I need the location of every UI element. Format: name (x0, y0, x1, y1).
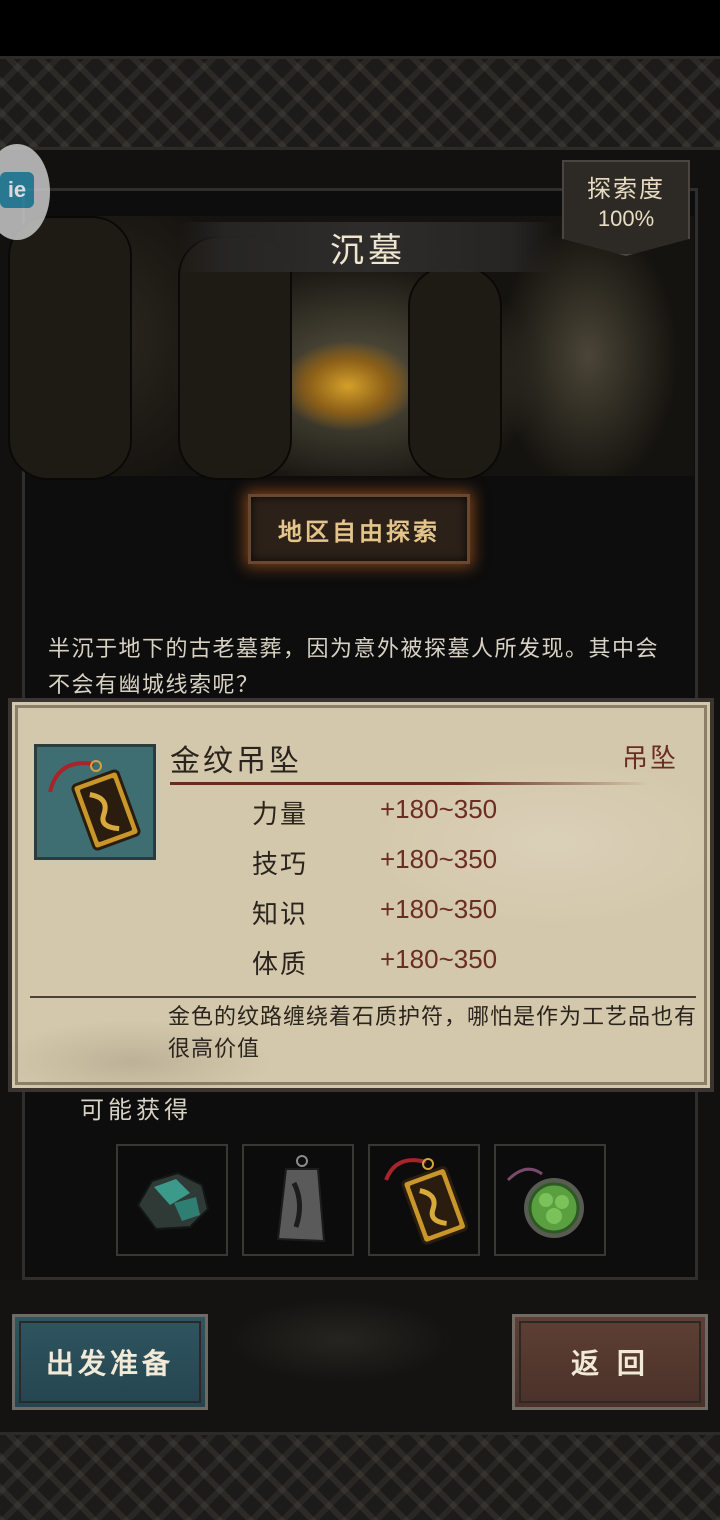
gold-pendant-icon (48, 760, 141, 851)
item-name-underline (170, 782, 650, 785)
assistant-icon: ie (0, 172, 34, 208)
free-explore-label: 地区自由探索 (278, 516, 440, 546)
exploration-label: 探索度 (587, 175, 665, 203)
iron-pendant-item-icon (276, 1155, 326, 1243)
bottom-frieze (0, 1432, 720, 1520)
jade-pendant-item-icon (506, 1167, 584, 1238)
loot-slot-3[interactable] (368, 1144, 480, 1256)
stat-name: 技巧 (252, 850, 309, 880)
location-description: 半沉于地下的古老墓葬，因为意外被探墓人所发现。其中会不会有幽城线索呢？ (48, 637, 660, 696)
item-description: 金色的纹路缠绕着石质护符，哪怕是作为工艺品也有很高价值 (168, 1005, 698, 1062)
stat-value: +180~350 (380, 844, 498, 874)
loot-slot-1[interactable] (116, 1144, 228, 1256)
loot-list (116, 1144, 606, 1256)
top-frieze (0, 56, 720, 150)
stat-value: +180~350 (380, 794, 498, 824)
item-tooltip: 金纹吊坠 吊坠 力量 +180~350 技巧 +180~350 知识 +180~… (8, 698, 714, 1092)
stat-name: 知识 (252, 900, 309, 930)
item-name: 金纹吊坠 (170, 744, 302, 779)
loot-title: 可能获得 (80, 1096, 192, 1124)
exploration-value: 100% (597, 206, 655, 231)
stat-row: 力量 +180~350 (252, 794, 497, 831)
prepare-button[interactable]: 出发准备 (12, 1314, 208, 1410)
stat-value: +180~350 (380, 894, 498, 924)
exploration-badge: 探索度 100% (562, 160, 690, 256)
free-explore-button[interactable]: 地区自由探索 (248, 494, 470, 564)
stat-row: 体质 +180~350 (252, 944, 497, 981)
item-tooltip-icon-frame (34, 744, 156, 860)
prepare-label: 出发准备 (45, 1347, 174, 1380)
stat-name: 体质 (252, 950, 309, 980)
stat-row: 技巧 +180~350 (252, 844, 497, 881)
tooltip-divider (30, 996, 696, 998)
item-type: 吊坠 (621, 744, 678, 774)
gold-pendant-item-icon (384, 1158, 468, 1245)
ore-item-icon (136, 1171, 210, 1231)
status-bar (0, 0, 720, 56)
back-label: 返 回 (571, 1347, 649, 1380)
stat-value: +180~350 (380, 944, 498, 974)
game-screen: 沉墓 探索度 100% ie 地区自由探索 半沉于地下的古老墓葬，因为意外被探墓… (0, 0, 720, 1520)
location-title-banner: 沉墓 (178, 222, 558, 272)
stat-row: 知识 +180~350 (252, 894, 497, 931)
location-title: 沉墓 (330, 230, 406, 271)
back-button[interactable]: 返 回 (512, 1314, 708, 1410)
stat-name: 力量 (252, 800, 309, 830)
loot-slot-2[interactable] (242, 1144, 354, 1256)
loot-slot-4[interactable] (494, 1144, 606, 1256)
